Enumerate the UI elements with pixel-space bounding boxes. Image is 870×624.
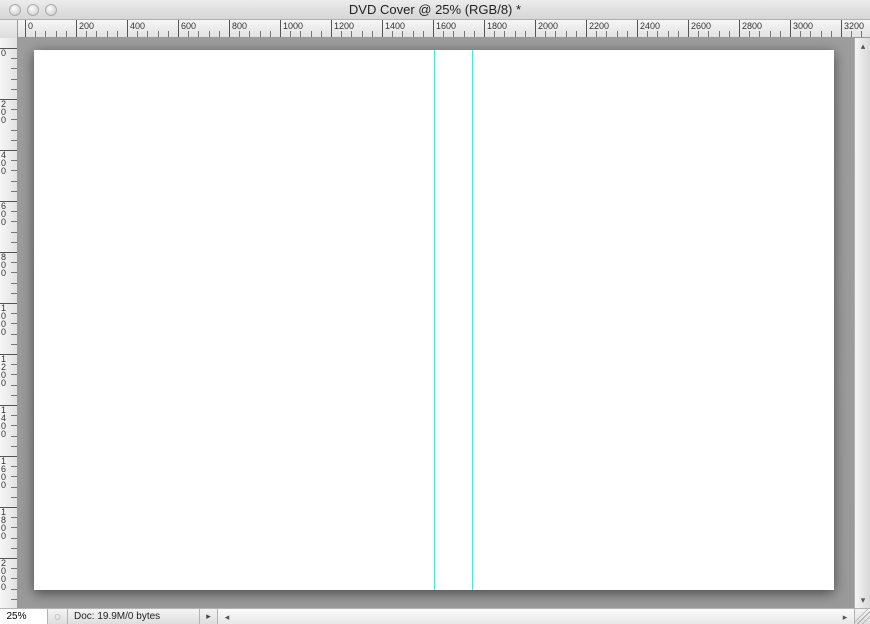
document-title: DVD Cover @ 25% (RGB/8) * <box>0 2 870 17</box>
resize-grip-icon[interactable] <box>854 609 870 624</box>
ruler-tick-label: 600 <box>181 21 196 31</box>
ruler-tick-label: 0 <box>1 49 11 57</box>
document-proxy-icon[interactable]: ◌ <box>48 609 68 624</box>
ruler-tick-label: 2800 <box>742 21 762 31</box>
minimize-icon[interactable] <box>27 4 39 16</box>
ruler-tick-label: 600 <box>1 202 11 226</box>
info-flyout-icon[interactable]: ▸ <box>200 609 218 624</box>
ruler-tick-label: 200 <box>1 100 11 124</box>
guide-line[interactable] <box>434 50 435 590</box>
ruler-tick-label: 1800 <box>487 21 507 31</box>
ruler-tick-label: 2000 <box>538 21 558 31</box>
ruler-tick-label: 1400 <box>385 21 405 31</box>
ruler-tick-label: 3200 <box>844 21 864 31</box>
ruler-tick-label: 800 <box>232 21 247 31</box>
window-controls <box>9 4 57 16</box>
ruler-origin-box[interactable] <box>0 20 18 38</box>
scroll-up-icon[interactable]: ▴ <box>857 40 869 52</box>
vertical-ruler[interactable]: 0 200 400 600 800 1000 1200 1400 1600 1800 2000 <box>0 38 18 608</box>
horizontal-scrollbar[interactable]: ◂ ▸ <box>218 609 854 624</box>
vertical-scrollbar[interactable]: ▴ ▾ <box>854 38 870 608</box>
ruler-tick-label: 1000 <box>283 21 303 31</box>
document-area: 0 200 400 600 800 1000 1200 1400 1600 1800 2000 ▴ … <box>0 38 870 608</box>
titlebar: DVD Cover @ 25% (RGB/8) * <box>0 0 870 20</box>
statusbar: ◌ Doc: 19.9M/0 bytes ▸ ◂ ▸ <box>0 608 870 624</box>
ruler-tick-label: 1200 <box>1 355 11 387</box>
document-info-text: Doc: 19.9M/0 bytes <box>74 611 160 622</box>
ruler-tick-label: 1800 <box>1 508 11 540</box>
scroll-down-icon[interactable]: ▾ <box>857 594 869 606</box>
ruler-tick-label: 1600 <box>1 457 11 489</box>
zoom-input[interactable] <box>3 611 45 622</box>
ruler-tick-label: 1000 <box>1 304 11 336</box>
ruler-tick-label: 200 <box>79 21 94 31</box>
ruler-tick-label: 2600 <box>691 21 711 31</box>
document-info[interactable]: Doc: 19.9M/0 bytes <box>68 609 200 624</box>
horizontal-ruler[interactable]: 0 200 400 600 800 1000 1200 1400 1600 1800 2000 220… <box>18 20 870 37</box>
ruler-tick-label: 2200 <box>589 21 609 31</box>
zoom-icon[interactable] <box>45 4 57 16</box>
scroll-right-icon[interactable]: ▸ <box>838 610 852 624</box>
ruler-tick-label: 1400 <box>1 406 11 438</box>
canvas-workspace[interactable] <box>18 38 854 608</box>
ruler-top-row: 0 200 400 600 800 1000 1200 1400 1600 1800 2000 220… <box>0 20 870 38</box>
ruler-tick-label: 1600 <box>436 21 456 31</box>
close-icon[interactable] <box>9 4 21 16</box>
guide-line[interactable] <box>472 50 473 590</box>
ruler-tick-label: 1200 <box>334 21 354 31</box>
ruler-tick-label: 800 <box>1 253 11 277</box>
ruler-tick-label: 400 <box>1 151 11 175</box>
ruler-tick-label: 400 <box>130 21 145 31</box>
scroll-left-icon[interactable]: ◂ <box>220 610 234 624</box>
ruler-tick-label: 2000 <box>1 559 11 591</box>
ruler-tick-label: 2400 <box>640 21 660 31</box>
zoom-field[interactable] <box>0 609 48 624</box>
ruler-tick-label: 3000 <box>793 21 813 31</box>
ruler-tick-label: 0 <box>28 21 33 31</box>
